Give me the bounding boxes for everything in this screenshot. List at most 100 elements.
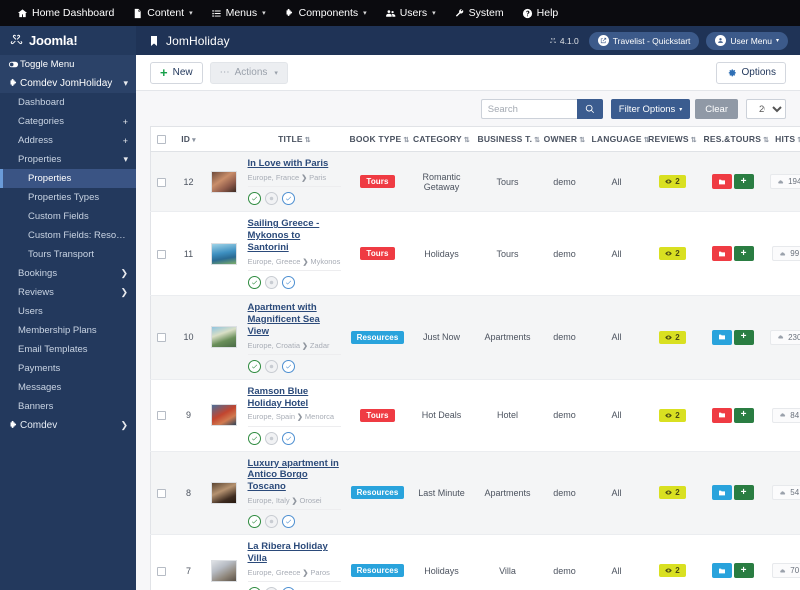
sidebar-toggle-menu[interactable]: Toggle Menu (0, 55, 136, 74)
row-checkbox[interactable] (157, 411, 167, 421)
clear-filters-button[interactable]: Clear (695, 99, 738, 119)
column-header-language[interactable]: LANGUAGE ⇅ (588, 126, 650, 153)
sidebar-item-dashboard[interactable]: Dashboard (0, 93, 136, 112)
manage-resources-button[interactable] (711, 246, 732, 262)
site-preview-button[interactable]: Travelist - Quickstart (588, 31, 700, 50)
sidebar-item-properties[interactable]: Properties ▾ (0, 150, 136, 169)
column-header-res_tours[interactable]: RES.&TOURS ⇅ (700, 126, 769, 153)
column-header-book_type[interactable]: BOOK TYPE ⇅ (346, 126, 409, 153)
chevron-down-icon: ▾ (775, 38, 779, 44)
reviews-badge[interactable]: 2 (659, 330, 686, 344)
sidebar-item-banners[interactable]: Banners (0, 397, 136, 416)
filter-options-button[interactable]: Filter Options ▾ (610, 99, 691, 119)
manage-resources-button[interactable] (711, 407, 732, 423)
topmenu-item-components[interactable]: Components ▾ (275, 0, 376, 26)
search-button[interactable] (576, 99, 603, 119)
cell-hits: 84 (764, 378, 800, 451)
sidebar-item-membership-plans[interactable]: Membership Plans (0, 321, 136, 340)
topmenu-item-content[interactable]: Content ▾ (123, 0, 201, 26)
row-checkbox[interactable] (157, 177, 167, 187)
status-green-icon[interactable] (247, 431, 261, 445)
topmenu-item-help[interactable]: Help (513, 0, 568, 26)
sidebar-item-email-templates[interactable]: Email Templates (0, 340, 136, 359)
search-input[interactable] (480, 99, 577, 119)
sidebar-item-comdev-jomholiday[interactable]: Comdev JomHoliday ▾ (0, 74, 136, 93)
reviews-badge[interactable]: 2 (659, 408, 686, 422)
row-checkbox[interactable] (157, 249, 167, 259)
status-green-icon[interactable] (247, 515, 261, 529)
sidebar-item-users[interactable]: Users (0, 302, 136, 321)
manage-resources-button[interactable] (711, 485, 732, 501)
add-resource-button[interactable]: + (733, 407, 754, 423)
sidebar-item-properties-types[interactable]: Properties Types (0, 188, 136, 207)
status-grey-icon[interactable] (264, 359, 278, 373)
select-all-checkbox[interactable] (157, 135, 167, 145)
status-blue-icon[interactable] (281, 275, 295, 289)
column-header-id[interactable]: ID ▾ (172, 126, 205, 153)
status-grey-icon[interactable] (264, 515, 278, 529)
property-title-link[interactable]: Sailing Greece - Mykonos to Santorini (248, 218, 341, 254)
add-resource-button[interactable]: + (733, 485, 754, 501)
sidebar-item-tours-transport[interactable]: Tours Transport (0, 245, 136, 264)
cloud-icon (779, 490, 787, 496)
reviews-badge[interactable]: 2 (659, 564, 686, 578)
status-blue-icon[interactable] (281, 192, 295, 206)
sidebar-item-reviews[interactable]: Reviews ❯ (0, 283, 136, 302)
reviews-badge[interactable]: 2 (659, 247, 686, 261)
row-checkbox[interactable] (157, 333, 167, 343)
sidebar-item-properties[interactable]: Properties (0, 169, 136, 188)
actions-button[interactable]: ⋯ Actions ▾ (209, 61, 288, 84)
status-grey-icon[interactable] (264, 431, 278, 445)
options-button[interactable]: Options (715, 61, 786, 84)
topmenu-item-menus[interactable]: Menus ▾ (202, 0, 275, 26)
manage-resources-button[interactable] (711, 174, 732, 190)
status-green-icon[interactable] (247, 275, 261, 289)
column-header-category[interactable]: CATEGORY ⇅ (408, 126, 475, 153)
sidebar-item-comdev[interactable]: Comdev ❯ (0, 416, 136, 435)
status-grey-icon[interactable] (264, 192, 278, 206)
sidebar-item-messages[interactable]: Messages (0, 378, 136, 397)
row-checkbox[interactable] (157, 488, 167, 498)
topmenu-item-system[interactable]: System (445, 0, 513, 26)
user-menu-button[interactable]: User Menu ▾ (706, 31, 788, 50)
status-green-icon[interactable] (247, 192, 261, 206)
sidebar-item-categories[interactable]: Categories + (0, 112, 136, 131)
property-title-link[interactable]: Ramson Blue Holiday Hotel (248, 386, 341, 410)
column-header-owner[interactable]: OWNER ⇅ (540, 126, 589, 153)
reviews-badge[interactable]: 2 (659, 175, 686, 189)
column-header-hits[interactable]: HITS ⇅ (764, 126, 800, 153)
status-blue-icon[interactable] (281, 359, 295, 373)
property-title-link[interactable]: Luxury apartment in Antico Borgo Toscano (248, 458, 341, 494)
sidebar-item-custom-fields[interactable]: Custom Fields (0, 207, 136, 226)
column-header-business_t[interactable]: BUSINESS T. ⇅ (474, 126, 541, 153)
column-header-title[interactable]: TITLE ⇅ (242, 126, 347, 153)
add-resource-button[interactable]: + (733, 329, 754, 345)
joomla-brand[interactable]: Joomla! (0, 26, 136, 55)
property-title-link[interactable]: La Ribera Holiday Villa (248, 541, 341, 565)
status-green-icon[interactable] (247, 359, 261, 373)
new-button[interactable]: + New (150, 61, 203, 84)
status-grey-icon[interactable] (264, 275, 278, 289)
add-resource-button[interactable]: + (733, 563, 754, 579)
manage-resources-button[interactable] (711, 563, 732, 579)
sidebar-item-address[interactable]: Address + (0, 131, 136, 150)
add-resource-button[interactable]: + (733, 246, 754, 262)
property-title-link[interactable]: Apartment with Magnificent Sea View (248, 302, 341, 338)
row-checkbox[interactable] (157, 566, 167, 576)
sidebar-item-bookings[interactable]: Bookings ❯ (0, 264, 136, 283)
column-header-reviews[interactable]: REVIEWS ⇅ (644, 126, 701, 153)
manage-resources-button[interactable] (711, 329, 732, 345)
property-title-link[interactable]: In Love with Paris (248, 158, 341, 170)
sidebar-item-custom-fields-resources[interactable]: Custom Fields: Resources (0, 226, 136, 245)
sidebar-item-payments[interactable]: Payments (0, 359, 136, 378)
reviews-badge[interactable]: 2 (659, 486, 686, 500)
list-limit-select[interactable]: 5101520253050100All (746, 99, 786, 119)
topmenu-item-home-dashboard[interactable]: Home Dashboard (8, 0, 123, 26)
status-blue-icon[interactable] (281, 515, 295, 529)
hits-badge: 230 (770, 329, 800, 345)
cell-id: 9 (172, 378, 205, 451)
add-resource-button[interactable]: + (733, 174, 754, 190)
status-blue-icon[interactable] (281, 431, 295, 445)
topmenu-item-users[interactable]: Users ▾ (376, 0, 445, 26)
cell-business-type: Villa (474, 534, 541, 590)
